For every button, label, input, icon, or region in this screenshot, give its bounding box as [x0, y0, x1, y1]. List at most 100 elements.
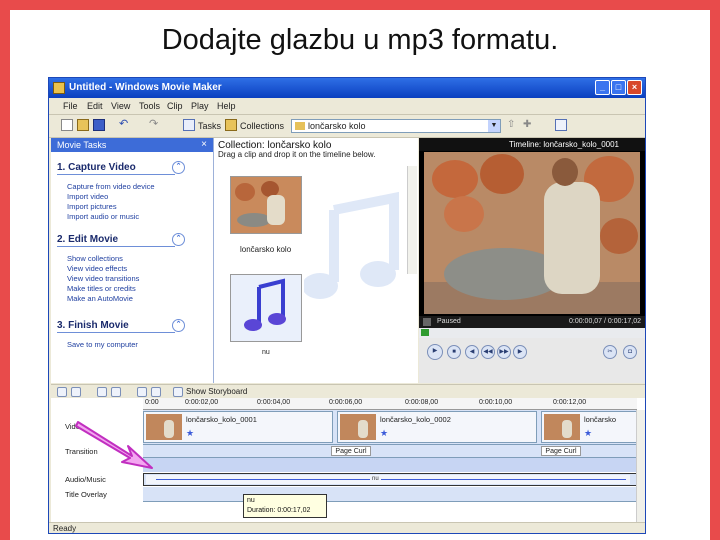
timeline-video-clip[interactable]: lončarsko_kolo_0001 ★ [143, 411, 333, 443]
chevron-up-icon[interactable]: ⌃ [172, 319, 185, 332]
minimize-button[interactable]: _ [595, 80, 610, 95]
task-import-video[interactable]: Import video [67, 192, 108, 201]
forward-button[interactable]: ▶▶ [497, 345, 511, 359]
task-automovie[interactable]: Make an AutoMovie [67, 294, 133, 303]
close-icon[interactable]: × [201, 139, 207, 150]
undo-icon[interactable]: ↶ [119, 119, 131, 131]
stop-button[interactable]: ■ [447, 345, 461, 359]
play-button[interactable]: ▶ [427, 344, 443, 360]
pause-indicator-icon [423, 318, 431, 326]
close-button[interactable]: × [627, 80, 642, 95]
title-bar[interactable]: Untitled - Windows Movie Maker _ □ × [49, 78, 645, 98]
timeline-scrollbar[interactable] [636, 410, 645, 522]
up-folder-icon[interactable]: ⇧ [507, 119, 519, 131]
menu-view[interactable]: View [111, 101, 130, 111]
effect-star-icon: ★ [380, 428, 389, 438]
menu-edit[interactable]: Edit [87, 101, 103, 111]
clip-tooltip: nu Duration: 0:00:17,02 [243, 494, 327, 518]
playback-status: Paused [437, 318, 461, 325]
back-button[interactable]: ◀◀ [481, 345, 495, 359]
folder-icon [295, 122, 305, 130]
timeline-video-clip[interactable]: lončarsko_kolo_0002 ★ [337, 411, 537, 443]
menu-help[interactable]: Help [217, 101, 236, 111]
task-show-collections[interactable]: Show collections [67, 254, 123, 263]
status-bar: Ready [49, 522, 645, 533]
clip-thumbnail-audio[interactable] [230, 274, 302, 342]
task-section-edit[interactable]: 2. Edit Movie ⌃ [57, 233, 185, 247]
task-section-capture[interactable]: 1. Capture Video ⌃ [57, 161, 185, 175]
new-folder-icon[interactable]: ✚ [523, 119, 535, 131]
task-titles-credits[interactable]: Make titles or credits [67, 284, 136, 293]
snapshot-button[interactable]: ◘ [623, 345, 637, 359]
collections-button[interactable]: Collections [240, 121, 284, 131]
window-title: Untitled - Windows Movie Maker [69, 82, 222, 93]
video-preview [424, 152, 640, 314]
movie-tasks-pane: Movie Tasks × 1. Capture Video ⌃ Capture… [51, 138, 214, 383]
chevron-down-icon[interactable]: ▼ [488, 120, 500, 132]
collection-scrollbar[interactable] [407, 166, 417, 274]
preview-monitor: Timeline: lončarsko_kolo_0001 Paused 0:0… [419, 138, 645, 383]
storyboard-icon[interactable] [173, 387, 183, 397]
rewind-timeline-icon[interactable] [137, 387, 147, 397]
slide: Dodajte glazbu u mp3 formatu. Untitled -… [0, 0, 720, 540]
split-clip-button[interactable]: ✂ [603, 345, 617, 359]
narrate-icon[interactable] [71, 387, 81, 397]
timeline-video-clip[interactable]: lončarsko ★ [541, 411, 637, 443]
redo-icon[interactable]: ↷ [149, 119, 161, 131]
effect-star-icon: ★ [584, 428, 593, 438]
previous-frame-button[interactable]: ◀ [465, 345, 479, 359]
task-save-computer[interactable]: Save to my computer [67, 340, 138, 349]
playback-controls: ▶ ■ ◀ ◀◀ ▶▶ ▶ ✂ ◘ [419, 338, 645, 383]
title-overlay-track [143, 487, 637, 502]
task-import-audio[interactable]: Import audio or music [67, 212, 139, 221]
app-icon [53, 82, 65, 94]
monitor-status-bar: Paused 0:00:00,07 / 0:00:17,02 [419, 316, 645, 328]
timeline-transition[interactable]: Page Curl [541, 446, 581, 456]
zoom-in-icon[interactable] [97, 387, 107, 397]
movie-tasks-title: Movie Tasks [57, 140, 107, 150]
monitor-title: Timeline: lončarsko_kolo_0001 [419, 138, 645, 151]
show-storyboard-button[interactable]: Show Storyboard [186, 387, 247, 396]
slide-content: Dodajte glazbu u mp3 formatu. Untitled -… [10, 10, 710, 540]
chevron-up-icon[interactable]: ⌃ [172, 233, 185, 246]
task-video-transitions[interactable]: View video transitions [67, 274, 139, 283]
next-frame-button[interactable]: ▶ [513, 345, 527, 359]
collection-hint: Drag a clip and drop it on the timeline … [218, 150, 376, 159]
menu-play[interactable]: Play [191, 101, 209, 111]
audio-waveform [156, 479, 626, 480]
timeline-ruler[interactable]: 0:00 0:00:02,00 0:00:04,00 0:00:06,00 0:… [143, 398, 637, 410]
menu-tools[interactable]: Tools [139, 101, 160, 111]
set-audio-levels-icon[interactable] [57, 387, 67, 397]
menu-clip[interactable]: Clip [167, 101, 183, 111]
open-icon[interactable] [77, 119, 89, 131]
task-import-pictures[interactable]: Import pictures [67, 202, 117, 211]
menu-file[interactable]: File [63, 101, 78, 111]
movie-tasks-header: Movie Tasks × [51, 138, 213, 152]
views-icon[interactable] [555, 119, 567, 131]
clip-label: lončarsko kolo [240, 245, 292, 254]
slide-title: Dodajte glazbu u mp3 formatu. [161, 24, 559, 56]
task-section-finish[interactable]: 3. Finish Movie ⌃ [57, 319, 185, 333]
collection-select-value: lončarsko kolo [308, 121, 366, 131]
clip-thumbnail-video[interactable] [230, 176, 302, 234]
seek-bar[interactable] [419, 328, 645, 338]
collections-icon[interactable] [225, 119, 237, 131]
music-note-icon [244, 278, 286, 331]
timeline-audio-clip[interactable]: nu [146, 475, 630, 484]
play-timeline-icon[interactable] [151, 387, 161, 397]
music-note-watermark-icon [304, 191, 399, 299]
timeline-transition[interactable]: Page Curl [331, 446, 371, 456]
new-icon[interactable] [61, 119, 73, 131]
transition-track: Page Curl Page Curl [143, 445, 637, 458]
chevron-up-icon[interactable]: ⌃ [172, 161, 185, 174]
seek-handle[interactable] [421, 329, 429, 336]
task-capture-video[interactable]: Capture from video device [67, 182, 155, 191]
task-video-effects[interactable]: View video effects [67, 264, 127, 273]
tasks-icon[interactable] [183, 119, 195, 131]
track-label-title-overlay: Title Overlay [65, 490, 107, 499]
save-icon[interactable] [93, 119, 105, 131]
tasks-button[interactable]: Tasks [198, 121, 221, 131]
maximize-button[interactable]: □ [611, 80, 626, 95]
zoom-out-icon[interactable] [111, 387, 121, 397]
collection-select[interactable]: lončarsko kolo ▼ [291, 119, 501, 133]
